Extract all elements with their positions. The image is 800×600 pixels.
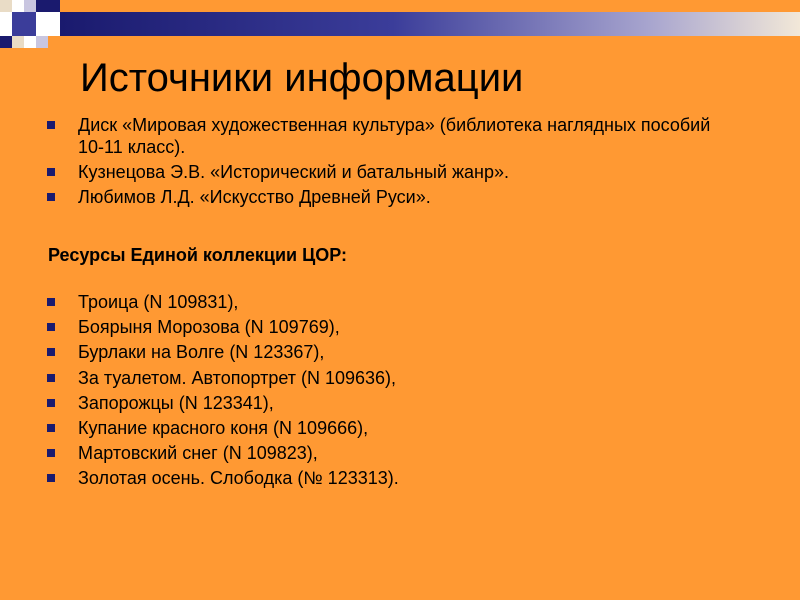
- square-bullet-icon: [47, 298, 55, 306]
- list-item: За туалетом. Автопортрет (N 109636),: [0, 367, 718, 389]
- square-bullet-icon: [47, 168, 55, 176]
- square-bullet-icon: [47, 193, 55, 201]
- square-bullet-icon: [47, 121, 55, 129]
- list-item-text: За туалетом. Автопортрет (N 109636),: [78, 367, 397, 388]
- square-bullet-icon: [47, 474, 55, 483]
- list-item: Кузнецова Э.В. «Исторический и батальный…: [0, 161, 718, 183]
- list-item: Золотая осень. Слободка (№ 123313).: [0, 467, 718, 489]
- list-item: Запорожцы (N 123341),: [0, 392, 718, 414]
- list-item: Купание красного коня (N 109666),: [0, 417, 718, 439]
- resources-heading: Ресурсы Единой коллекции ЦОР:: [48, 245, 348, 265]
- square-bullet-icon: [47, 373, 55, 382]
- square-bullet-icon: [47, 323, 55, 332]
- list-item-text: Золотая осень. Слободка (№ 123313).: [78, 468, 399, 489]
- list-item-text: Любимов Л.Д. «Искусство Древней Руси».: [78, 187, 431, 207]
- deco-square: [12, 36, 24, 48]
- gradient-bar: [60, 12, 800, 36]
- list-item: Бурлаки на Волге (N 123367),: [0, 341, 718, 363]
- list-item-text: Боярыня Морозова (N 109769),: [78, 317, 340, 338]
- deco-square: [0, 12, 12, 36]
- resources-list: Троица (N 109831), Боярыня Морозова (N 1…: [0, 291, 718, 493]
- list-item-text: Диск «Мировая художественная культура» (…: [78, 115, 711, 157]
- list-item: Мартовский снег (N 109823),: [0, 442, 718, 464]
- deco-square: [36, 12, 60, 36]
- list-item-text: Запорожцы (N 123341),: [78, 392, 274, 413]
- deco-square: [24, 0, 36, 12]
- deco-square: [0, 36, 12, 48]
- list-item: Диск «Мировая художественная культура» (…: [0, 114, 718, 158]
- list-item-text: Бурлаки на Волге (N 123367),: [78, 342, 325, 363]
- deco-square: [36, 0, 60, 12]
- deco-square: [24, 36, 36, 48]
- list-item: Любимов Л.Д. «Искусство Древней Руси».: [0, 186, 718, 208]
- deco-square: [0, 0, 12, 12]
- decorative-header-band: [0, 0, 800, 50]
- list-item: Боярыня Морозова (N 109769),: [0, 316, 718, 338]
- list-item-text: Купание красного коня (N 109666),: [78, 417, 369, 438]
- square-bullet-icon: [47, 398, 55, 407]
- list-item-text: Троица (N 109831),: [78, 292, 239, 312]
- deco-square: [12, 0, 24, 12]
- list-item-text: Мартовский снег (N 109823),: [78, 443, 318, 464]
- deco-square: [36, 36, 48, 48]
- deco-square: [12, 12, 36, 36]
- sources-list: Диск «Мировая художественная культура» (…: [0, 114, 718, 211]
- list-item: Троица (N 109831),: [0, 291, 718, 313]
- square-bullet-icon: [47, 449, 55, 458]
- square-bullet-icon: [47, 348, 55, 357]
- square-bullet-icon: [47, 423, 55, 432]
- list-item-text: Кузнецова Э.В. «Исторический и батальный…: [78, 162, 510, 182]
- slide-title: Источники информации: [80, 56, 524, 100]
